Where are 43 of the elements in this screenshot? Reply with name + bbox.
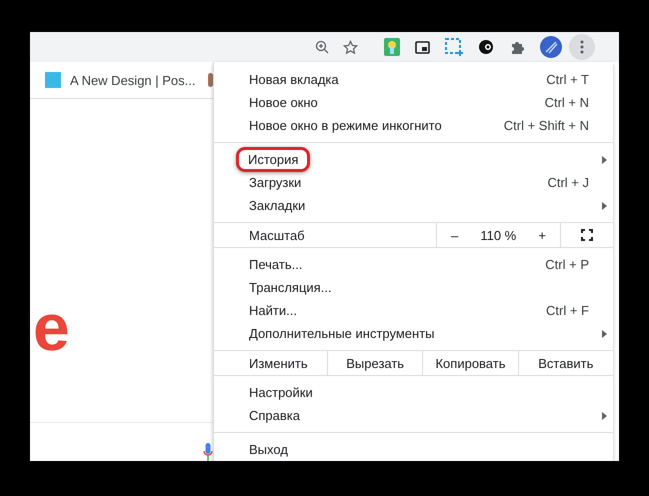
zoom-out-button[interactable]: – — [445, 228, 464, 242]
edit-button[interactable]: Вставить — [518, 351, 613, 375]
zoom-in-button[interactable]: + — [532, 228, 552, 242]
edit-label: Изменить — [249, 356, 309, 370]
menu-icon — [580, 40, 584, 54]
edit-button[interactable]: Вырезать — [327, 351, 422, 375]
avatar-icon[interactable] — [540, 36, 562, 58]
menu-item[interactable]: Новая вкладка Ctrl + T — [214, 68, 613, 91]
menu-item[interactable]: Закладки — [214, 194, 613, 217]
menu-button[interactable] — [569, 34, 595, 60]
menu-item[interactable]: Выход — [214, 438, 613, 461]
menu-item[interactable]: Печать... Ctrl + P — [214, 253, 613, 276]
zoom-in-icon[interactable] — [315, 40, 329, 54]
menu-item[interactable]: Найти... Ctrl + F — [214, 299, 613, 322]
menu-item[interactable]: Загрузки Ctrl + J — [214, 171, 613, 194]
zoom-label: Масштаб — [249, 228, 306, 242]
speaker-icon[interactable] — [478, 39, 495, 55]
menu-item[interactable]: Справка — [214, 404, 613, 427]
shortcut-label: Ctrl + N — [544, 95, 589, 110]
menu-item[interactable]: Новое окно в режиме инкогнито Ctrl + Shift + N — [214, 114, 613, 137]
puzzle-icon[interactable] — [510, 40, 525, 54]
menu-item[interactable]: Новое окно Ctrl + N — [214, 91, 613, 114]
screenshot-icon[interactable] — [445, 38, 463, 56]
edit-button[interactable]: Копировать — [422, 351, 518, 375]
menu-item[interactable]: Настройки — [214, 381, 613, 404]
shortcut-label: Ctrl + J — [547, 175, 589, 190]
menu-item[interactable]: Дополнительные инструменты — [214, 322, 613, 345]
shortcut-label: Ctrl + P — [545, 257, 589, 272]
picture-in-picture-icon[interactable] — [415, 40, 430, 54]
bookmark-icon[interactable] — [208, 73, 213, 87]
menu-item[interactable]: История — [214, 148, 613, 171]
microphone-icon[interactable] — [203, 443, 213, 461]
fullscreen-icon — [581, 229, 593, 241]
shortcut-label: Ctrl + Shift + N — [504, 118, 589, 133]
logo-letter: e — [33, 302, 70, 352]
menu-item[interactable]: Трансляция... — [214, 276, 613, 299]
star-icon[interactable] — [343, 40, 358, 54]
highlight-outline: История — [236, 147, 310, 172]
shortcut-label: Ctrl + T — [546, 72, 589, 87]
shortcut-label: Ctrl + F — [546, 303, 589, 318]
page-icon — [45, 72, 61, 88]
zoom-value: 110 % — [480, 228, 516, 242]
bookmark[interactable]: A New Design | Pos... — [45, 72, 196, 88]
